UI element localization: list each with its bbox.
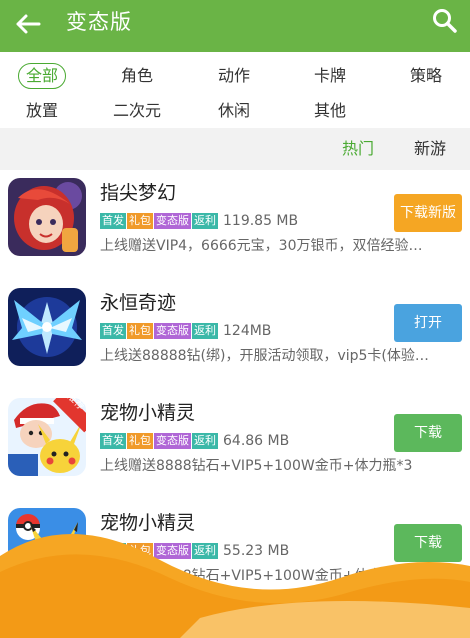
app-icon — [8, 288, 86, 366]
app-description: 上线赠送VIP4，6666元宝，30万银币，双倍经验… — [100, 238, 423, 254]
app-description: 上线送88888钻(绑)，开服活动领取，vip5卡(体验… — [100, 348, 429, 364]
list-item[interactable]: 指尖梦幻 首发 礼包 变态版 返利 119.85 MB 上线赠送VIP4，666… — [0, 170, 470, 282]
sort-hot-tab[interactable]: 热门 — [342, 138, 374, 160]
tag-rebate: 返利 — [192, 323, 218, 339]
back-button[interactable] — [12, 8, 44, 40]
category-action[interactable]: 动作 — [210, 63, 258, 89]
category-card[interactable]: 卡牌 — [306, 63, 354, 89]
category-role[interactable]: 角色 — [113, 63, 161, 89]
sort-new-tab[interactable]: 新游 — [414, 138, 446, 160]
category-other[interactable]: 其他 — [306, 98, 354, 124]
app-size: 64.86 MB — [223, 433, 290, 449]
app-tags: 首发 礼包 变态版 返利 64.86 MB — [100, 432, 289, 450]
category-idle[interactable]: 放置 — [18, 98, 66, 124]
tag-rebate: 返利 — [192, 433, 218, 449]
tag-gift: 礼包 — [127, 323, 153, 339]
tag-first-release: 首发 — [100, 323, 126, 339]
category-strategy[interactable]: 策略 — [402, 63, 450, 89]
tag-first-release: 首发 — [100, 213, 126, 229]
sort-bar: 热门 新游 — [0, 128, 470, 170]
app-description: 上线赠送8888钻石+VIP5+100W金币+体力瓶*3 — [100, 458, 413, 474]
tag-gift: 礼包 — [127, 213, 153, 229]
tag-gift: 礼包 — [127, 433, 153, 449]
app-size: 119.85 MB — [223, 213, 299, 229]
app-name: 宠物小精灵 — [100, 402, 196, 424]
category-filter: 全部 角色 动作 卡牌 策略 放置 二次元 休闲 其他 — [0, 52, 470, 128]
app-tags: 首发 礼包 变态版 返利 119.85 MB — [100, 212, 298, 230]
category-casual[interactable]: 休闲 — [210, 98, 258, 124]
arrow-left-icon — [16, 14, 41, 34]
app-size: 124MB — [223, 323, 272, 339]
crystal-wings-icon — [8, 288, 86, 366]
app-tags: 首发 礼包 变态版 返利 124MB — [100, 322, 271, 340]
search-icon — [433, 9, 457, 33]
download-new-button[interactable]: 下载新版 — [394, 194, 462, 232]
tag-modded: 变态版 — [154, 323, 191, 339]
red-hair-girl-icon — [8, 178, 86, 256]
category-anime[interactable]: 二次元 — [106, 98, 168, 124]
app-name: 永恒奇迹 — [100, 292, 177, 314]
page-title: 变态版 — [66, 10, 132, 34]
open-button[interactable]: 打开 — [394, 304, 462, 342]
app-icon — [8, 178, 86, 256]
list-item[interactable]: 永恒奇迹 首发 礼包 变态版 返利 124MB 上线送88888钻(绑)，开服活… — [0, 280, 470, 392]
search-button[interactable] — [430, 6, 460, 36]
top-bar: 变态版 — [0, 0, 470, 52]
tag-modded: 变态版 — [154, 433, 191, 449]
category-all[interactable]: 全部 — [18, 63, 66, 89]
app-name: 指尖梦幻 — [100, 182, 177, 204]
tag-rebate: 返利 — [192, 213, 218, 229]
decorative-wave — [0, 533, 470, 638]
tag-modded: 变态版 — [154, 213, 191, 229]
download-button[interactable]: 下载 — [394, 414, 462, 452]
tag-first-release: 首发 — [100, 433, 126, 449]
